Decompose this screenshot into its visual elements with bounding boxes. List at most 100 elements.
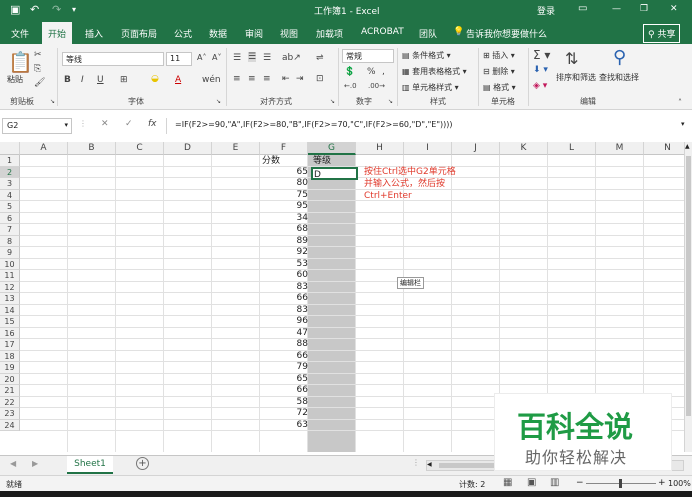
scroll-up-icon[interactable]: ▲ <box>685 143 690 150</box>
column-header-i[interactable]: I <box>404 142 452 155</box>
insert-cells-button[interactable]: ⊞ 插入 ▾ <box>483 50 515 61</box>
underline-icon[interactable]: U <box>97 75 104 85</box>
row-header-2[interactable]: 2 <box>0 166 20 178</box>
zoom-level[interactable]: 100% <box>668 479 691 488</box>
increase-decimal-icon[interactable]: ←.0 <box>344 82 357 90</box>
paste-label[interactable]: 粘贴 <box>7 74 23 85</box>
wrap-text-icon[interactable]: ⇌ <box>316 53 324 63</box>
score-cell[interactable]: 95 <box>260 201 308 212</box>
bold-icon[interactable]: B <box>64 75 71 85</box>
format-painter-icon[interactable]: 🖌 <box>34 78 45 88</box>
score-cell[interactable]: 88 <box>260 339 308 350</box>
row-header-13[interactable]: 13 <box>0 293 20 305</box>
sheet-tab-sheet1[interactable]: Sheet1 <box>67 456 113 474</box>
increase-font-icon[interactable]: A˄ <box>197 53 206 62</box>
font-name-select[interactable]: 等线 <box>62 52 164 66</box>
row-header-7[interactable]: 7 <box>0 224 20 236</box>
row-header-19[interactable]: 19 <box>0 362 20 374</box>
cell-styles-button[interactable]: ▥ 单元格样式 ▾ <box>402 82 459 93</box>
vertical-scrollbar[interactable]: ▲ <box>684 142 692 452</box>
tab-acrobat[interactable]: ACROBAT <box>361 27 404 37</box>
zoom-out-icon[interactable]: − <box>576 478 584 488</box>
login-link[interactable]: 登录 <box>537 4 555 17</box>
row-header-23[interactable]: 23 <box>0 408 20 420</box>
cell-f1[interactable]: 分数 <box>262 156 280 167</box>
row-header-22[interactable]: 22 <box>0 396 20 408</box>
row-header-10[interactable]: 10 <box>0 258 20 270</box>
column-header-f[interactable]: F <box>260 142 308 155</box>
find-select-button[interactable]: 查找和选择 <box>599 72 639 83</box>
tab-page-layout[interactable]: 页面布局 <box>121 27 157 40</box>
align-top-icon[interactable]: ☰ <box>233 53 241 63</box>
row-header-18[interactable]: 18 <box>0 350 20 362</box>
score-cell[interactable]: 79 <box>260 362 308 373</box>
find-select-icon[interactable]: ⚲ <box>613 47 626 68</box>
collapse-ribbon-icon[interactable]: ˄ <box>678 98 682 107</box>
align-middle-icon[interactable]: ☰ <box>248 52 257 62</box>
scroll-sheets-right-icon[interactable]: ▶ <box>32 459 38 468</box>
column-header-k[interactable]: K <box>500 142 548 155</box>
column-header-h[interactable]: H <box>356 142 404 155</box>
align-center-icon[interactable]: ≡ <box>248 74 256 84</box>
cancel-icon[interactable]: ✕ <box>101 119 109 129</box>
name-box-dropdown-icon[interactable]: ▾ <box>64 121 68 129</box>
column-header-m[interactable]: M <box>596 142 644 155</box>
sheet-tabs-splitter-icon[interactable]: ⋮ <box>412 458 420 467</box>
percent-icon[interactable]: % <box>367 67 376 77</box>
cut-icon[interactable]: ✂ <box>34 50 42 60</box>
select-all-corner[interactable] <box>0 142 20 155</box>
cell-g1[interactable]: 等级 <box>313 156 331 167</box>
score-cell[interactable]: 75 <box>260 190 308 201</box>
score-cell[interactable]: 58 <box>260 397 308 408</box>
comma-icon[interactable]: , <box>382 67 385 77</box>
tab-data[interactable]: 数据 <box>209 27 227 40</box>
row-header-15[interactable]: 15 <box>0 316 20 328</box>
save-icon[interactable]: ▣ <box>10 3 20 16</box>
tab-addins[interactable]: 加载项 <box>316 27 343 40</box>
add-sheet-icon[interactable]: + <box>136 457 149 470</box>
score-cell[interactable]: 53 <box>260 259 308 270</box>
number-launcher-icon[interactable]: ↘ <box>388 98 393 105</box>
row-header-24[interactable]: 24 <box>0 419 20 431</box>
clear-icon[interactable]: ◈ ▾ <box>533 81 547 91</box>
score-cell[interactable]: 96 <box>260 316 308 327</box>
autosum-icon[interactable]: Σ ▾ <box>533 48 550 62</box>
row-header-16[interactable]: 16 <box>0 327 20 339</box>
column-header-b[interactable]: B <box>68 142 116 155</box>
column-header-g[interactable]: G <box>308 142 356 155</box>
undo-icon[interactable]: ↶ <box>30 3 39 16</box>
italic-icon[interactable]: I <box>81 75 84 85</box>
font-color-icon[interactable]: A <box>175 75 181 85</box>
column-header-l[interactable]: L <box>548 142 596 155</box>
decrease-indent-icon[interactable]: ⇤ <box>282 74 290 84</box>
score-cell[interactable]: 47 <box>260 328 308 339</box>
alignment-launcher-icon[interactable]: ↘ <box>330 98 335 105</box>
customize-qat-icon[interactable]: ▾ <box>72 5 76 14</box>
row-header-20[interactable]: 20 <box>0 373 20 385</box>
tab-insert[interactable]: 插入 <box>85 27 103 40</box>
delete-cells-button[interactable]: ⊟ 删除 ▾ <box>483 66 515 77</box>
font-size-select[interactable]: 11 <box>166 52 192 66</box>
row-header-1[interactable]: 1 <box>0 155 20 167</box>
score-cell[interactable]: 92 <box>260 247 308 258</box>
score-cell[interactable]: 68 <box>260 224 308 235</box>
row-header-14[interactable]: 14 <box>0 304 20 316</box>
maximize-icon[interactable]: ❐ <box>640 4 648 14</box>
score-cell[interactable]: 66 <box>260 351 308 362</box>
score-cell[interactable]: 89 <box>260 236 308 247</box>
score-cell[interactable]: 83 <box>260 305 308 316</box>
insert-function-icon[interactable]: fx <box>148 119 157 129</box>
page-break-view-icon[interactable]: ▥ <box>550 477 559 488</box>
merge-center-icon[interactable]: ⊡ <box>316 74 324 84</box>
vertical-scroll-thumb[interactable] <box>686 156 691 416</box>
score-cell[interactable]: 60 <box>260 270 308 281</box>
align-bottom-icon[interactable]: ☰ <box>263 53 271 63</box>
page-layout-view-icon[interactable]: ▣ <box>527 477 536 488</box>
paste-icon[interactable]: 📋 <box>8 50 33 74</box>
scroll-left-icon[interactable]: ◀ <box>427 461 432 468</box>
tab-home[interactable]: 开始 <box>42 22 73 44</box>
format-as-table-button[interactable]: ▦ 套用表格格式 ▾ <box>402 66 467 77</box>
zoom-in-icon[interactable]: + <box>658 478 666 488</box>
clipboard-launcher-icon[interactable]: ↘ <box>50 98 55 105</box>
conditional-formatting-button[interactable]: ▤ 条件格式 ▾ <box>402 50 451 61</box>
